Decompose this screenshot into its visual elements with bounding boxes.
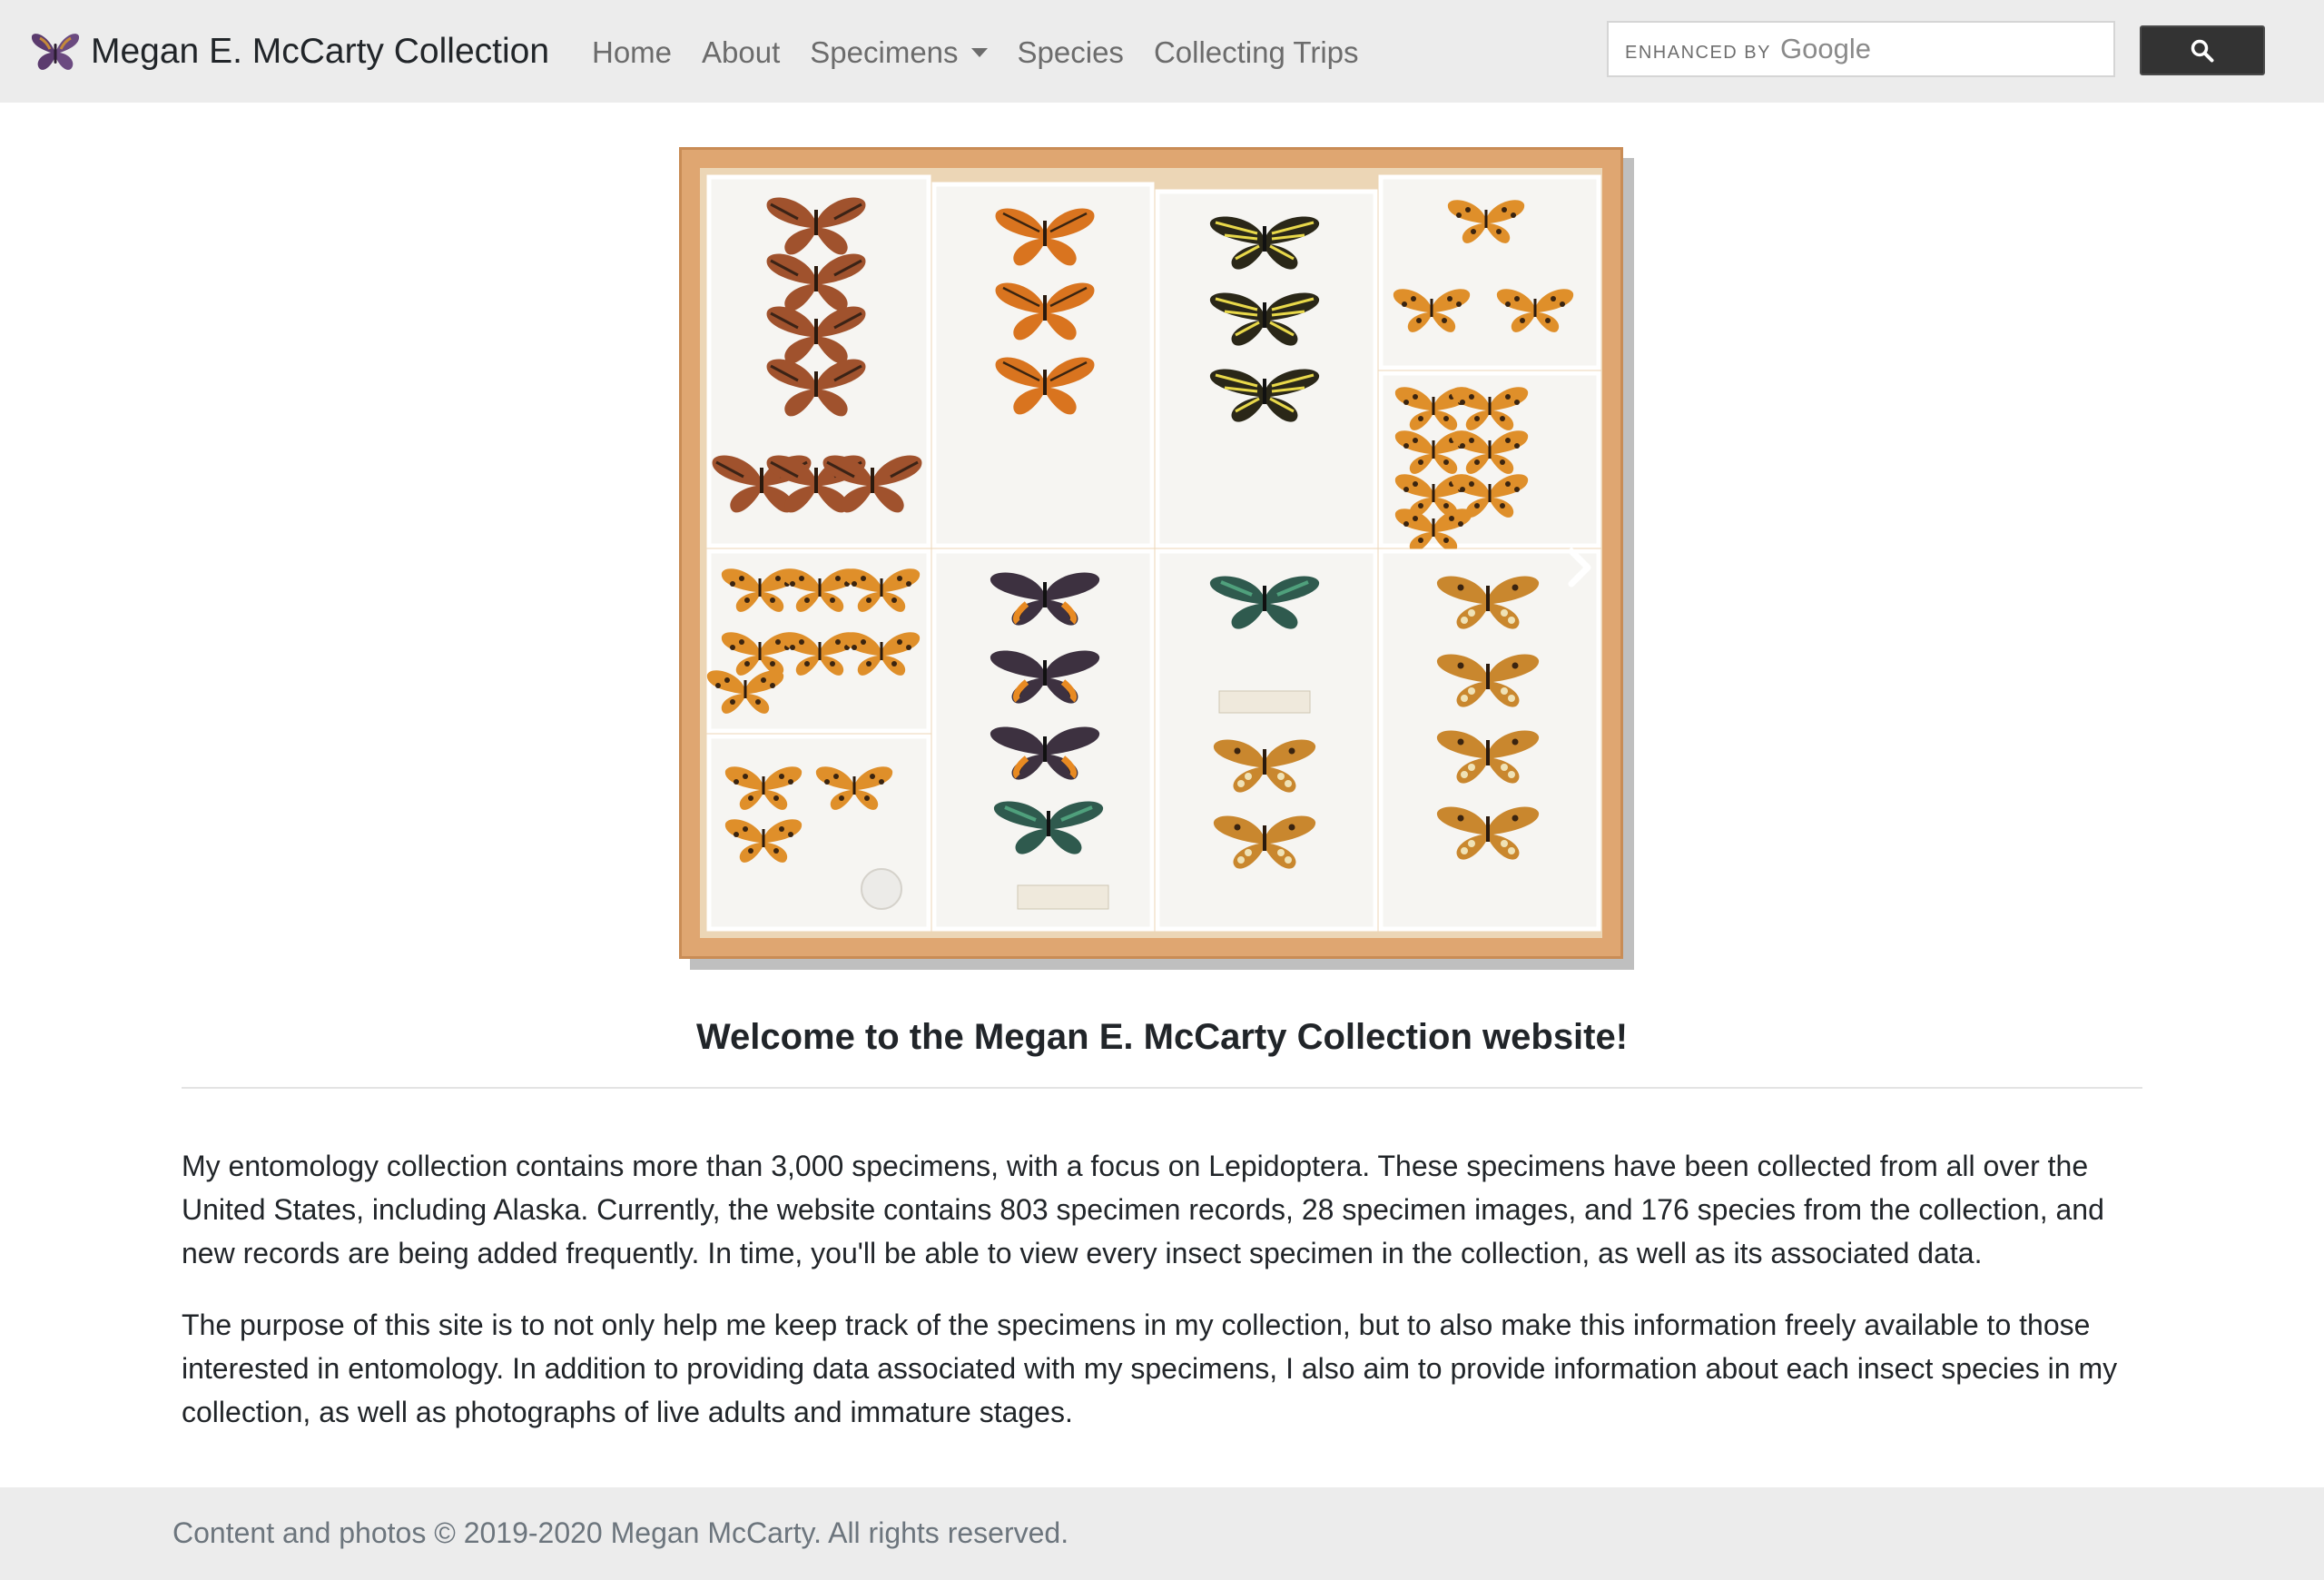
drawer-trays bbox=[706, 174, 1601, 932]
brand-link[interactable]: Megan E. McCarty Collection bbox=[29, 22, 549, 82]
nav-species[interactable]: Species bbox=[1018, 35, 1124, 70]
brand-title: Megan E. McCarty Collection bbox=[91, 32, 550, 71]
search-icon bbox=[2191, 39, 2214, 62]
nav-home[interactable]: Home bbox=[592, 35, 672, 70]
search-input[interactable] bbox=[1609, 23, 2113, 75]
caret-down-icon bbox=[970, 48, 988, 57]
welcome-suffix: website! bbox=[1472, 1017, 1629, 1057]
welcome-collection-name: Megan E. McCarty Collection bbox=[973, 1017, 1472, 1057]
nav-specimens-dropdown[interactable]: Specimens bbox=[810, 35, 988, 70]
nav-collecting-trips[interactable]: Collecting Trips bbox=[1154, 35, 1359, 70]
navbar: Megan E. McCarty Collection Home About S… bbox=[0, 0, 2324, 103]
hero-carousel bbox=[679, 147, 1634, 970]
welcome-heading: Welcome to the Megan E. McCarty Collecti… bbox=[182, 1017, 2142, 1058]
butterfly-icon bbox=[31, 34, 80, 70]
nav-about[interactable]: About bbox=[702, 35, 780, 70]
purpose-paragraph: The purpose of this site is to not only … bbox=[182, 1308, 2118, 1428]
search-field[interactable]: ENHANCED BY Google bbox=[1607, 21, 2115, 77]
footer-copyright: Content and photos © 2019-2020 Megan McC… bbox=[172, 1516, 1069, 1549]
nav-specimens-label: Specimens bbox=[810, 35, 959, 69]
search-button[interactable] bbox=[2140, 25, 2265, 75]
welcome-prefix: Welcome to the bbox=[695, 1017, 974, 1057]
specimen-drawer-image bbox=[679, 147, 1623, 959]
footer: Content and photos © 2019-2020 Megan McC… bbox=[0, 1487, 2324, 1580]
intro-paragraph: My entomology collection contains more t… bbox=[182, 1150, 2104, 1269]
main-nav: Home About Specimens Species Collecting … bbox=[592, 27, 1389, 78]
chevron-right-icon[interactable] bbox=[1562, 540, 1599, 595]
divider bbox=[182, 1087, 2142, 1089]
